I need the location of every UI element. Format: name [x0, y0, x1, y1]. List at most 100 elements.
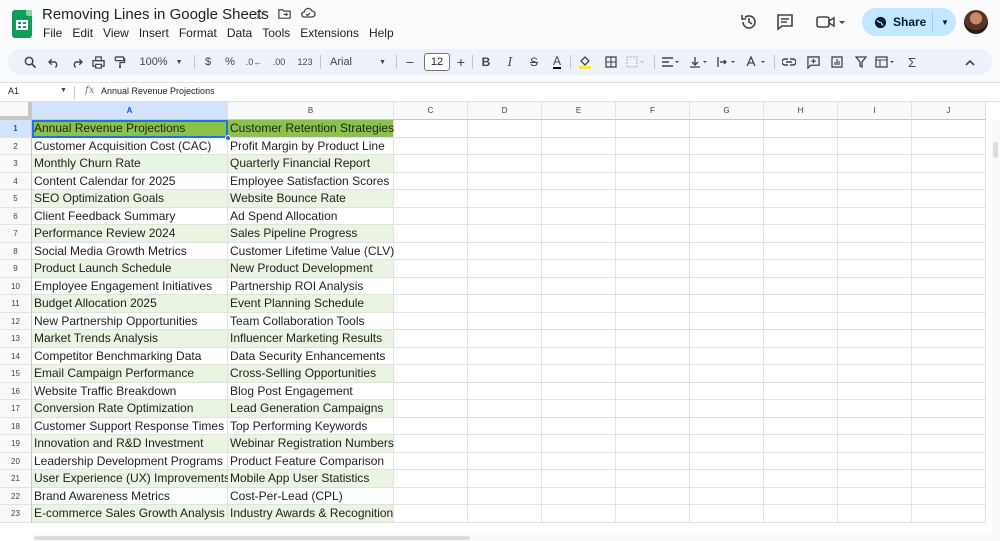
cell-a[interactable]: Monthly Churn Rate: [32, 155, 228, 173]
cell-b[interactable]: Profit Margin by Product Line: [228, 137, 394, 155]
fill-color-icon[interactable]: [574, 49, 596, 75]
menu-tools[interactable]: Tools: [262, 26, 295, 40]
cell-e[interactable]: [542, 207, 616, 225]
cell-f[interactable]: [616, 365, 690, 383]
strikethrough-button[interactable]: S: [524, 49, 544, 75]
cell-j[interactable]: [912, 417, 986, 435]
cell-j[interactable]: [912, 487, 986, 505]
cell-g[interactable]: [690, 172, 764, 190]
menu-edit[interactable]: Edit: [72, 26, 98, 40]
cell-d[interactable]: [468, 487, 542, 505]
cell-b[interactable]: Cost-Per-Lead (CPL): [228, 487, 394, 505]
row-header[interactable]: 13: [0, 330, 32, 348]
cell-e[interactable]: [542, 137, 616, 155]
cell-d[interactable]: [468, 382, 542, 400]
cell-c[interactable]: [394, 470, 468, 488]
menu-help[interactable]: Help: [369, 26, 399, 40]
cell-g[interactable]: [690, 470, 764, 488]
cell-f[interactable]: [616, 452, 690, 470]
cell-c[interactable]: [394, 295, 468, 313]
column-header-b[interactable]: B: [228, 102, 394, 120]
cell-b[interactable]: Partnership ROI Analysis: [228, 277, 394, 295]
cell-i[interactable]: [838, 207, 912, 225]
cell-f[interactable]: [616, 470, 690, 488]
paint-format-icon[interactable]: [110, 49, 130, 75]
cell-g[interactable]: [690, 225, 764, 243]
cell-a[interactable]: Email Campaign Performance: [32, 365, 228, 383]
menu-extensions[interactable]: Extensions: [300, 26, 364, 40]
cell-f[interactable]: [616, 260, 690, 278]
cell-i[interactable]: [838, 417, 912, 435]
row-header[interactable]: 9: [0, 260, 32, 278]
cell-b[interactable]: Lead Generation Campaigns: [228, 400, 394, 418]
cell-c[interactable]: [394, 207, 468, 225]
cell-g[interactable]: [690, 435, 764, 453]
cell-e[interactable]: [542, 242, 616, 260]
cell-h[interactable]: [764, 242, 838, 260]
cell-a[interactable]: Performance Review 2024: [32, 225, 228, 243]
cell-j[interactable]: [912, 120, 986, 138]
cell-i[interactable]: [838, 295, 912, 313]
cell-j[interactable]: [912, 277, 986, 295]
cell-h[interactable]: [764, 505, 838, 523]
cell-e[interactable]: [542, 120, 616, 138]
print-icon[interactable]: [88, 49, 108, 75]
cell-c[interactable]: [394, 400, 468, 418]
cell-c[interactable]: [394, 312, 468, 330]
cell-c[interactable]: [394, 172, 468, 190]
cell-b[interactable]: Data Security Enhancements: [228, 347, 394, 365]
cell-g[interactable]: [690, 312, 764, 330]
cell-c[interactable]: [394, 242, 468, 260]
cell-i[interactable]: [838, 382, 912, 400]
cell-c[interactable]: [394, 347, 468, 365]
cell-a[interactable]: Product Launch Schedule: [32, 260, 228, 278]
row-header[interactable]: 11: [0, 295, 32, 313]
text-wrapping-icon[interactable]: [714, 49, 740, 75]
menu-file[interactable]: File: [43, 26, 67, 40]
cell-e[interactable]: [542, 400, 616, 418]
cell-d[interactable]: [468, 277, 542, 295]
cell-h[interactable]: [764, 172, 838, 190]
cell-a[interactable]: Client Feedback Summary: [32, 207, 228, 225]
horizontal-scroll-thumb[interactable]: [34, 536, 470, 540]
cell-c[interactable]: [394, 260, 468, 278]
cell-f[interactable]: [616, 120, 690, 138]
cell-a[interactable]: Leadership Development Programs: [32, 452, 228, 470]
cell-b[interactable]: Employee Satisfaction Scores: [228, 172, 394, 190]
column-header-f[interactable]: F: [616, 102, 690, 120]
cell-g[interactable]: [690, 330, 764, 348]
row-header[interactable]: 7: [0, 225, 32, 243]
cell-c[interactable]: [394, 417, 468, 435]
cell-e[interactable]: [542, 452, 616, 470]
cell-b[interactable]: Team Collaboration Tools: [228, 312, 394, 330]
cell-a[interactable]: Website Traffic Breakdown: [32, 382, 228, 400]
row-header[interactable]: 5: [0, 190, 32, 208]
cell-a[interactable]: Market Trends Analysis: [32, 330, 228, 348]
cell-j[interactable]: [912, 470, 986, 488]
vertical-align-icon[interactable]: [686, 49, 712, 75]
cell-d[interactable]: [468, 155, 542, 173]
row-header[interactable]: 22: [0, 487, 32, 505]
cell-g[interactable]: [690, 242, 764, 260]
cell-c[interactable]: [394, 435, 468, 453]
cell-j[interactable]: [912, 330, 986, 348]
cell-b[interactable]: New Product Development: [228, 260, 394, 278]
comments-icon[interactable]: [775, 12, 795, 32]
cell-a[interactable]: Content Calendar for 2025: [32, 172, 228, 190]
cell-e[interactable]: [542, 190, 616, 208]
cell-e[interactable]: [542, 260, 616, 278]
cell-g[interactable]: [690, 260, 764, 278]
cell-f[interactable]: [616, 435, 690, 453]
cell-a[interactable]: Innovation and R&D Investment: [32, 435, 228, 453]
cell-c[interactable]: [394, 505, 468, 523]
cell-g[interactable]: [690, 487, 764, 505]
cell-h[interactable]: [764, 382, 838, 400]
cell-d[interactable]: [468, 190, 542, 208]
zoom-select[interactable]: 100% ▼: [138, 49, 184, 75]
row-header[interactable]: 23: [0, 505, 32, 523]
cell-h[interactable]: [764, 207, 838, 225]
cell-h[interactable]: [764, 120, 838, 138]
cell-a[interactable]: Budget Allocation 2025: [32, 295, 228, 313]
cell-j[interactable]: [912, 225, 986, 243]
cell-d[interactable]: [468, 120, 542, 138]
